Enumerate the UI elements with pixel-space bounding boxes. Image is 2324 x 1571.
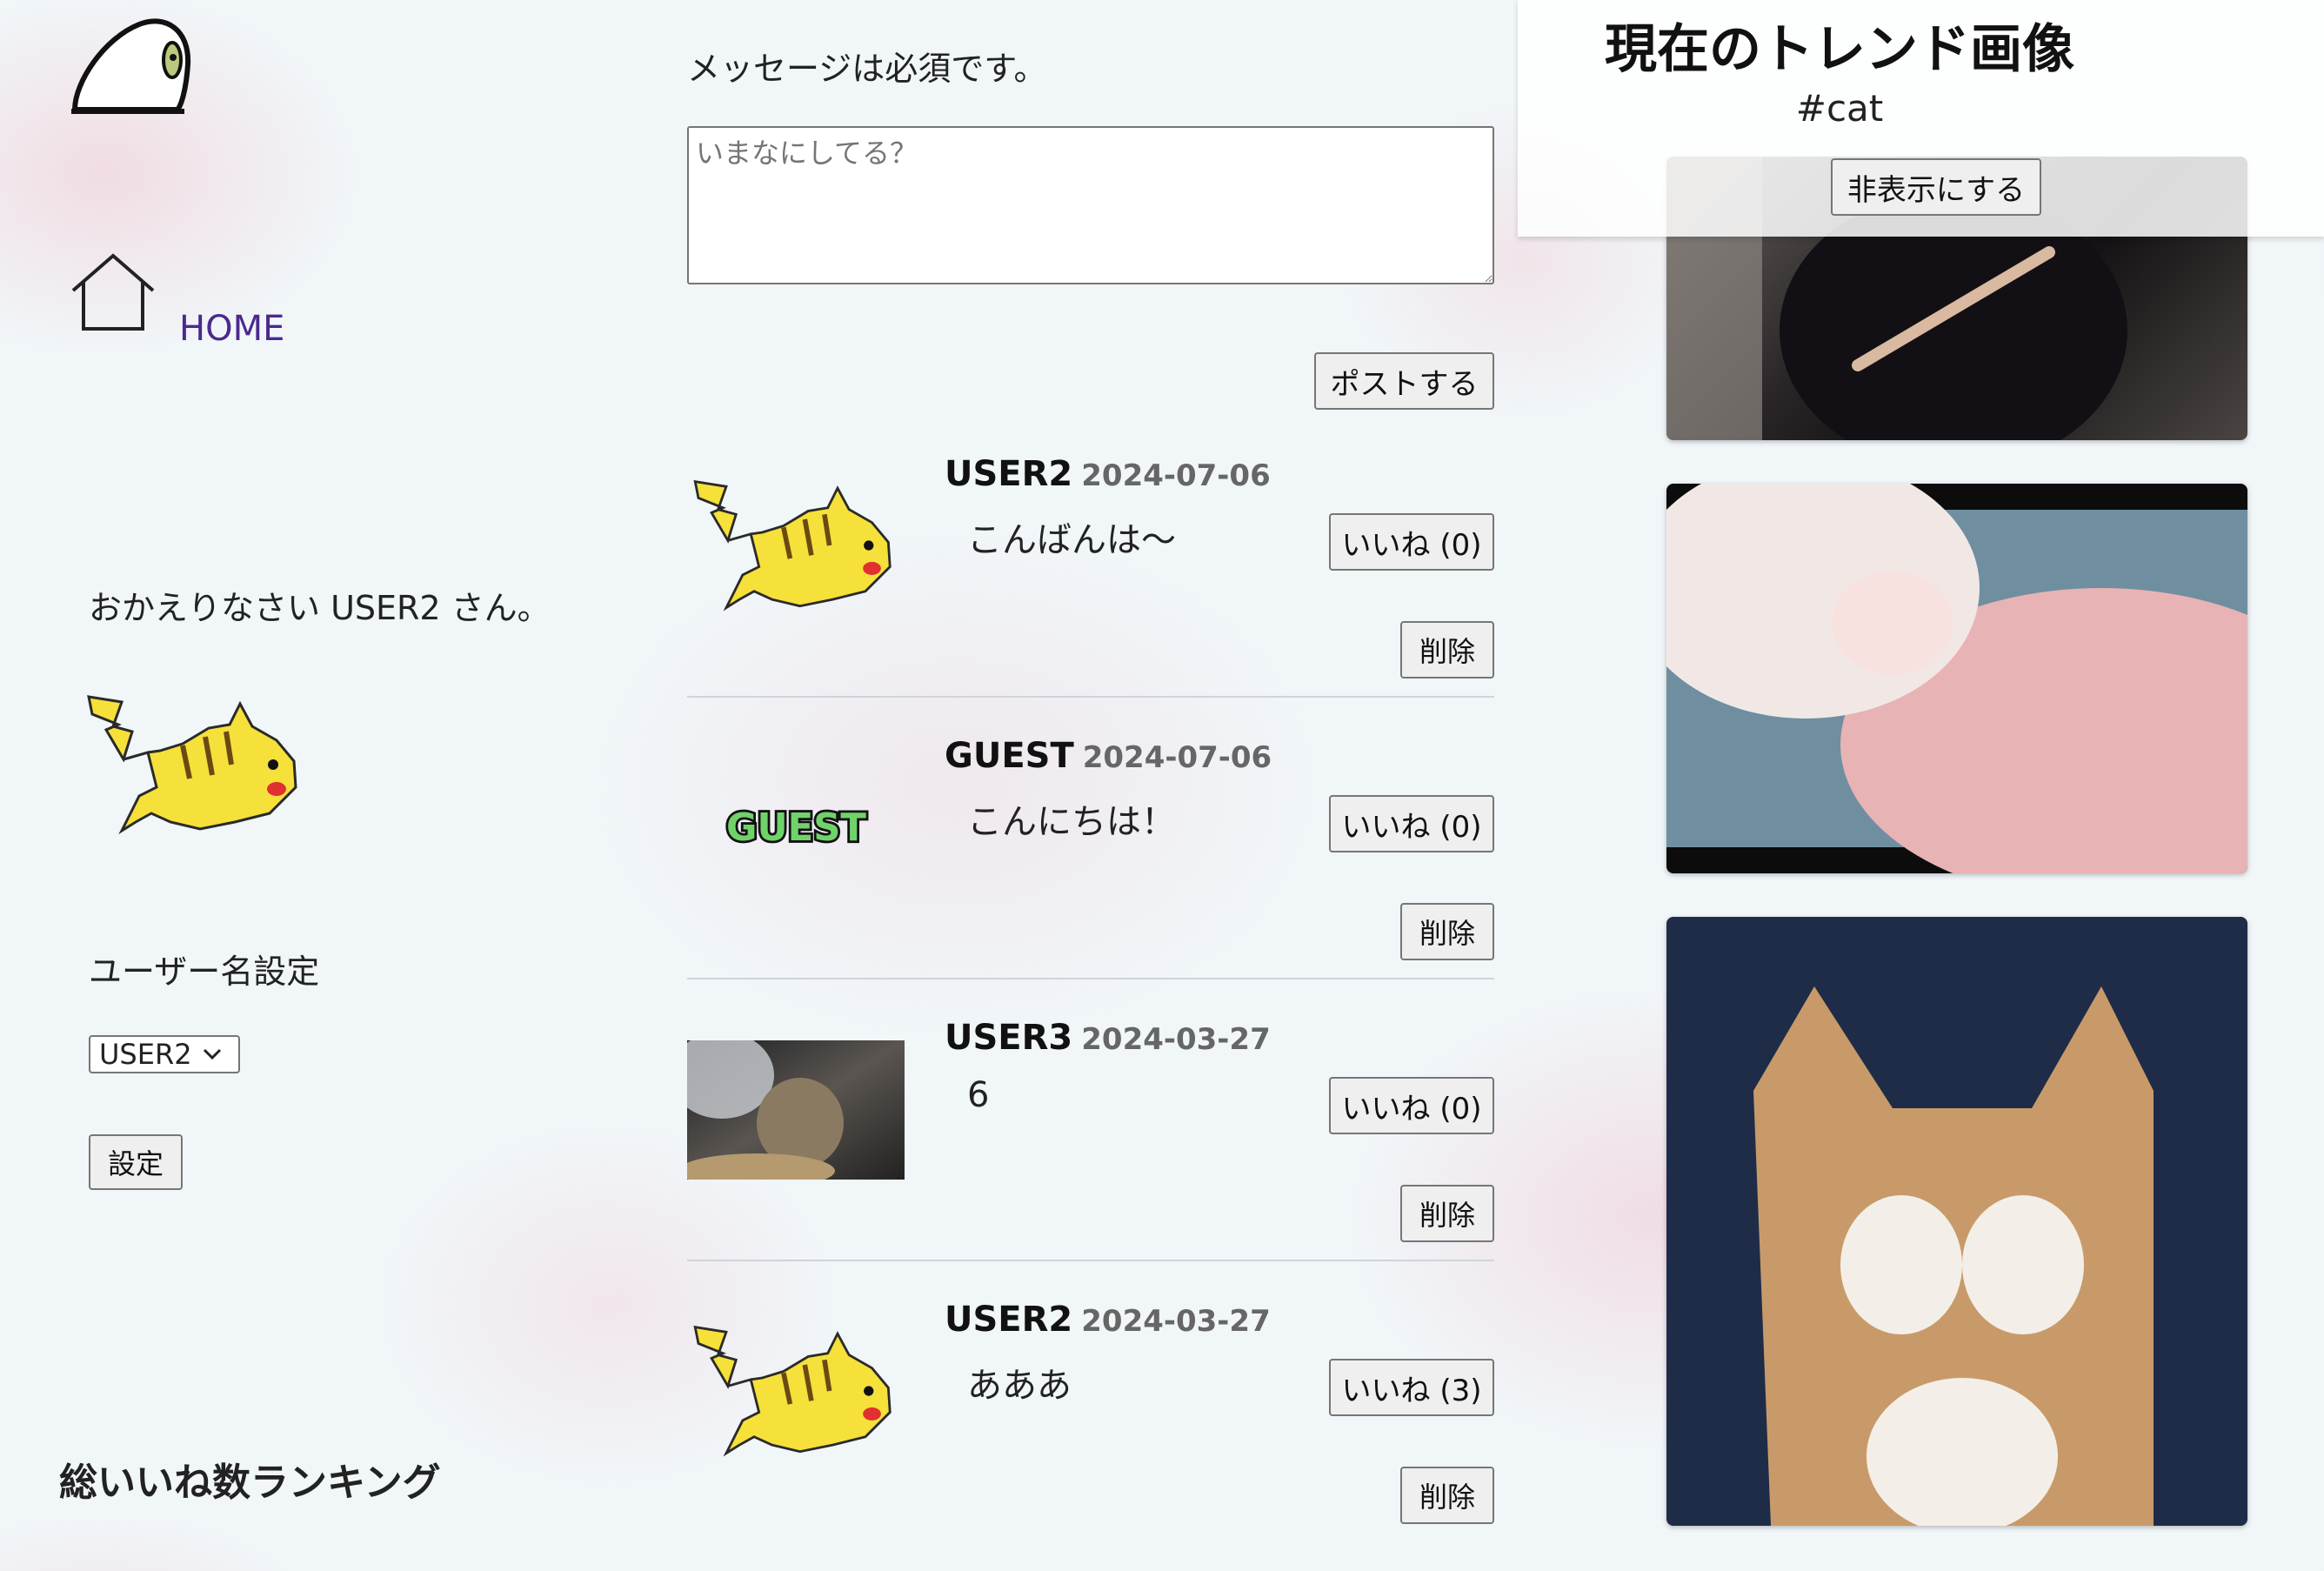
post-button[interactable]: ポストする (1314, 352, 1494, 410)
trend-tag[interactable]: #cat (1518, 87, 2161, 130)
like-button[interactable]: いいね (0) (1329, 795, 1494, 852)
username-setting-label: ユーザー名設定 (89, 953, 320, 991)
post-divider (687, 978, 1494, 979)
pikachu-avatar (693, 479, 892, 612)
post-body: あああ (967, 1366, 1072, 1406)
delete-button[interactable]: 削除 (1400, 1467, 1494, 1524)
home-link[interactable]: HOME (179, 309, 284, 349)
delete-button[interactable]: 削除 (1400, 903, 1494, 960)
post-date: 2024-07-06 (1082, 740, 1272, 775)
post-item: USER3 2024-03-27 6 いいね (0) 削除 (687, 1007, 1494, 1289)
validation-message: メッセージは必須です。 (687, 50, 1047, 88)
post-author: USER2 2024-03-27 (945, 1300, 1271, 1340)
chevron-down-icon (203, 1048, 221, 1060)
post-author: USER3 2024-03-27 (945, 1018, 1271, 1058)
set-username-button[interactable]: 設定 (89, 1134, 183, 1190)
like-button[interactable]: いいね (0) (1329, 513, 1494, 571)
user-avatar (87, 695, 297, 835)
post-divider (687, 1260, 1494, 1261)
delete-button[interactable]: 削除 (1400, 1185, 1494, 1242)
home-icon[interactable] (70, 252, 157, 332)
post-divider (687, 696, 1494, 698)
post-body: こんにちは！ (967, 802, 1176, 842)
delete-button[interactable]: 削除 (1400, 621, 1494, 679)
svg-text:GUEST: GUEST (726, 806, 866, 850)
cat-photo-avatar (687, 1040, 905, 1180)
welcome-message: おかえりなさい USER2 さん。 (89, 589, 551, 627)
post-body: こんばんは〜 (967, 520, 1176, 560)
guest-avatar: GUEST GUEST (724, 804, 869, 852)
post-date: 2024-03-27 (1081, 1022, 1271, 1057)
trend-panel: 現在のトレンド画像 #cat 非表示にする (1518, 0, 2324, 237)
parrot-logo-icon[interactable] (70, 12, 200, 117)
post-input[interactable] (687, 126, 1494, 284)
post-author: GUEST 2024-07-06 (945, 736, 1272, 776)
post-author: USER2 2024-07-06 (945, 454, 1271, 494)
like-button[interactable]: いいね (3) (1329, 1359, 1494, 1416)
post-item: USER2 2024-07-06 こんばんは〜 いいね (0) 削除 (687, 444, 1494, 725)
post-date: 2024-03-27 (1081, 1304, 1271, 1339)
like-button[interactable]: いいね (0) (1329, 1077, 1494, 1134)
cat-image (1666, 917, 2247, 1526)
like-ranking-title: 総いいね数ランキング (59, 1461, 441, 1505)
cat-image (1666, 484, 2247, 873)
trend-title: 現在のトレンド画像 (1605, 19, 2074, 80)
post-body: 6 (967, 1075, 990, 1115)
post-date: 2024-07-06 (1081, 458, 1271, 493)
hide-trend-button[interactable]: 非表示にする (1831, 158, 2041, 216)
trend-image-2[interactable] (1666, 484, 2247, 873)
username-select-value: USER2 (99, 1038, 192, 1071)
post-item: USER2 2024-03-27 あああ いいね (3) 削除 (687, 1289, 1494, 1571)
pikachu-avatar (693, 1325, 892, 1457)
post-item: GUEST GUEST GUEST 2024-07-06 こんにちは！ いいね (… (687, 725, 1494, 1007)
username-select[interactable]: USER2 (89, 1035, 240, 1073)
trend-image-3[interactable] (1666, 917, 2247, 1526)
